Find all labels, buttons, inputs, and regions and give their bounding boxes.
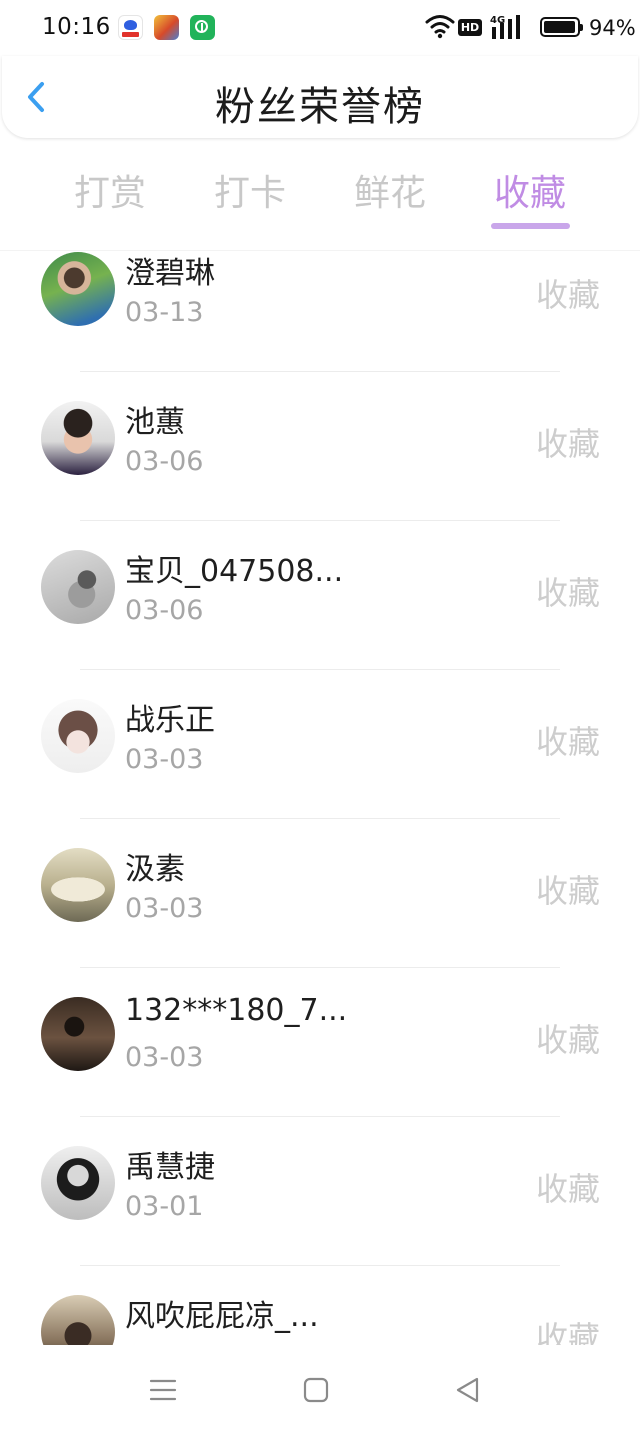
divider [80,967,560,968]
game-app-icon [154,15,179,40]
tab-checkin[interactable]: 打卡 [190,164,310,216]
back-nav-button[interactable] [453,1375,483,1405]
divider [80,1116,560,1117]
menu-icon [149,1379,177,1401]
favorite-label: 收藏 [535,723,600,761]
avatar [41,252,115,326]
favorite-label: 收藏 [535,425,600,463]
battery-percent: 94% [589,16,636,40]
tab-tip[interactable]: 打赏 [50,164,170,216]
list-item[interactable]: 池蕙 03-06 收藏 [0,379,640,528]
divider [80,669,560,670]
list-item[interactable]: 禹慧捷 03-01 收藏 [0,1124,640,1273]
favorite-label: 收藏 [535,1021,600,1059]
system-nav-bar [0,1345,640,1433]
avatar [41,550,115,624]
triangle-back-icon [456,1377,479,1403]
signal-icon: 4G [490,15,520,39]
divider [80,371,560,372]
fan-list: 澄碧琳 03-13 收藏 池蕙 03-06 收藏 宝贝_047508... 03… [0,250,640,1345]
fan-name: 池蕙 [125,405,185,440]
favorite-label: 收藏 [535,872,600,910]
avatar [41,1146,115,1220]
page-title: 粉丝荣誉榜 [215,84,425,130]
avatar [41,699,115,773]
favorite-label: 收藏 [535,1170,600,1208]
menu-button[interactable] [148,1375,178,1405]
fan-name: 风吹屁屁凉_... [125,1299,319,1334]
fan-date: 03-01 [125,1191,204,1222]
square-icon [303,1377,329,1403]
list-item[interactable]: 132***180_7... 03-03 收藏 [0,975,640,1124]
status-time: 10:16 [42,14,111,40]
battery-icon [540,17,583,37]
fan-name: 战乐正 [125,703,215,738]
wifi-icon [425,15,455,39]
tab-bar: 打赏 打卡 鲜花 收藏 [0,150,640,251]
fan-name: 132***180_7... [125,993,348,1028]
fan-date: 03-13 [125,297,204,328]
list-item[interactable]: 宝贝_047508... 03-06 收藏 [0,528,640,677]
tab-favorites[interactable]: 收藏 [470,164,590,216]
baidu-app-icon [118,15,143,40]
avatar [41,997,115,1071]
tab-flowers[interactable]: 鲜花 [330,164,450,216]
list-item[interactable]: 澄碧琳 03-13 收藏 [0,250,640,379]
fan-date: 03-03 [125,744,204,775]
fan-date: 03-03 [125,893,204,924]
avatar [41,401,115,475]
avatar [41,848,115,922]
fan-name: 宝贝_047508... [125,554,344,589]
fan-name: 禹慧捷 [125,1150,215,1185]
divider [80,1265,560,1266]
status-bar: 10:16 HD 4G 94% [0,0,640,56]
avatar [41,1295,115,1345]
home-button[interactable] [301,1375,331,1405]
upload-app-icon [190,15,215,40]
favorite-label: 收藏 [535,574,600,612]
favorite-label: 收藏 [535,276,600,314]
fan-name: 澄碧琳 [125,256,215,291]
fan-date: 03-03 [125,1042,204,1073]
fan-date: 03-06 [125,446,204,477]
list-item[interactable]: 风吹屁屁凉_... 收藏 [0,1273,640,1345]
favorite-label: 收藏 [535,1319,600,1345]
divider [80,818,560,819]
list-item[interactable]: 汲素 03-03 收藏 [0,826,640,975]
active-tab-indicator [491,223,570,229]
divider [80,520,560,521]
fan-date: 03-06 [125,595,204,626]
list-item[interactable]: 战乐正 03-03 收藏 [0,677,640,826]
app-header: 粉丝荣誉榜 [2,56,638,138]
hd-badge: HD [458,19,482,36]
fan-name: 汲素 [125,852,185,887]
